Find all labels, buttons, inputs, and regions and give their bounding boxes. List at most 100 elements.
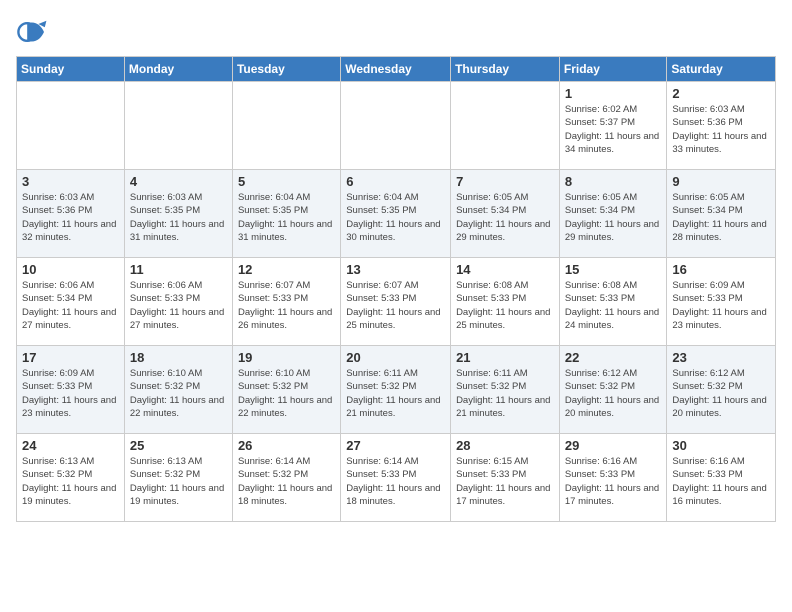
day-number: 29 [565, 438, 662, 453]
calendar-cell: 24 Sunrise: 6:13 AM Sunset: 5:32 PM Dayli… [17, 434, 125, 522]
day-info: Sunrise: 6:10 AM Sunset: 5:32 PM Dayligh… [238, 367, 335, 420]
calendar-cell [341, 82, 451, 170]
calendar-cell: 25 Sunrise: 6:13 AM Sunset: 5:32 PM Dayli… [124, 434, 232, 522]
day-info: Sunrise: 6:02 AM Sunset: 5:37 PM Dayligh… [565, 103, 662, 156]
calendar-cell: 22 Sunrise: 6:12 AM Sunset: 5:32 PM Dayli… [559, 346, 667, 434]
day-number: 6 [346, 174, 445, 189]
header-wednesday: Wednesday [341, 57, 451, 82]
week-row-3: 17 Sunrise: 6:09 AM Sunset: 5:33 PM Dayli… [17, 346, 776, 434]
day-info: Sunrise: 6:03 AM Sunset: 5:36 PM Dayligh… [22, 191, 119, 244]
calendar-cell: 3 Sunrise: 6:03 AM Sunset: 5:36 PM Daylig… [17, 170, 125, 258]
day-number: 15 [565, 262, 662, 277]
day-info: Sunrise: 6:11 AM Sunset: 5:32 PM Dayligh… [346, 367, 445, 420]
calendar-cell: 4 Sunrise: 6:03 AM Sunset: 5:35 PM Daylig… [124, 170, 232, 258]
day-number: 10 [22, 262, 119, 277]
day-number: 2 [672, 86, 770, 101]
calendar-cell: 7Sunrise: 6:05 AM Sunset: 5:34 PM Daylig… [451, 170, 560, 258]
day-info: Sunrise: 6:08 AM Sunset: 5:33 PM Dayligh… [565, 279, 662, 332]
logo-icon [16, 16, 48, 48]
day-number: 14 [456, 262, 554, 277]
calendar-cell [124, 82, 232, 170]
day-number: 8 [565, 174, 662, 189]
day-info: Sunrise: 6:04 AM Sunset: 5:35 PM Dayligh… [238, 191, 335, 244]
day-info: Sunrise: 6:16 AM Sunset: 5:33 PM Dayligh… [672, 455, 770, 508]
calendar-cell: 23 Sunrise: 6:12 AM Sunset: 5:32 PM Dayli… [667, 346, 776, 434]
calendar-cell [232, 82, 340, 170]
day-info: Sunrise: 6:13 AM Sunset: 5:32 PM Dayligh… [22, 455, 119, 508]
page-header [16, 16, 776, 48]
calendar-cell: 5 Sunrise: 6:04 AM Sunset: 5:35 PM Daylig… [232, 170, 340, 258]
day-number: 22 [565, 350, 662, 365]
day-number: 23 [672, 350, 770, 365]
day-number: 9 [672, 174, 770, 189]
header-monday: Monday [124, 57, 232, 82]
header-tuesday: Tuesday [232, 57, 340, 82]
day-info: Sunrise: 6:12 AM Sunset: 5:32 PM Dayligh… [565, 367, 662, 420]
day-info: Sunrise: 6:12 AM Sunset: 5:32 PM Dayligh… [672, 367, 770, 420]
calendar-cell: 20 Sunrise: 6:11 AM Sunset: 5:32 PM Dayli… [341, 346, 451, 434]
day-info: Sunrise: 6:15 AM Sunset: 5:33 PM Dayligh… [456, 455, 554, 508]
day-info: Sunrise: 6:14 AM Sunset: 5:32 PM Dayligh… [238, 455, 335, 508]
header-friday: Friday [559, 57, 667, 82]
calendar-cell: 17 Sunrise: 6:09 AM Sunset: 5:33 PM Dayli… [17, 346, 125, 434]
calendar-cell: 14 Sunrise: 6:08 AM Sunset: 5:33 PM Dayli… [451, 258, 560, 346]
calendar-cell: 2Sunrise: 6:03 AM Sunset: 5:36 PM Daylig… [667, 82, 776, 170]
day-info: Sunrise: 6:05 AM Sunset: 5:34 PM Dayligh… [565, 191, 662, 244]
day-number: 16 [672, 262, 770, 277]
day-number: 13 [346, 262, 445, 277]
week-row-4: 24 Sunrise: 6:13 AM Sunset: 5:32 PM Dayli… [17, 434, 776, 522]
header-row: SundayMondayTuesdayWednesdayThursdayFrid… [17, 57, 776, 82]
day-number: 24 [22, 438, 119, 453]
day-info: Sunrise: 6:09 AM Sunset: 5:33 PM Dayligh… [22, 367, 119, 420]
day-info: Sunrise: 6:08 AM Sunset: 5:33 PM Dayligh… [456, 279, 554, 332]
day-info: Sunrise: 6:07 AM Sunset: 5:33 PM Dayligh… [238, 279, 335, 332]
day-number: 30 [672, 438, 770, 453]
calendar-cell: 19 Sunrise: 6:10 AM Sunset: 5:32 PM Dayli… [232, 346, 340, 434]
day-number: 11 [130, 262, 227, 277]
calendar-cell: 8 Sunrise: 6:05 AM Sunset: 5:34 PM Daylig… [559, 170, 667, 258]
day-number: 19 [238, 350, 335, 365]
day-info: Sunrise: 6:14 AM Sunset: 5:33 PM Dayligh… [346, 455, 445, 508]
day-info: Sunrise: 6:07 AM Sunset: 5:33 PM Dayligh… [346, 279, 445, 332]
calendar-body: 1 Sunrise: 6:02 AM Sunset: 5:37 PM Daylig… [17, 82, 776, 522]
day-number: 20 [346, 350, 445, 365]
calendar-cell [451, 82, 560, 170]
calendar-cell: 30 Sunrise: 6:16 AM Sunset: 5:33 PM Dayli… [667, 434, 776, 522]
header-sunday: Sunday [17, 57, 125, 82]
week-row-2: 10 Sunrise: 6:06 AM Sunset: 5:34 PM Dayli… [17, 258, 776, 346]
day-info: Sunrise: 6:11 AM Sunset: 5:32 PM Dayligh… [456, 367, 554, 420]
day-number: 25 [130, 438, 227, 453]
day-info: Sunrise: 6:05 AM Sunset: 5:34 PM Dayligh… [672, 191, 770, 244]
week-row-1: 3 Sunrise: 6:03 AM Sunset: 5:36 PM Daylig… [17, 170, 776, 258]
day-number: 18 [130, 350, 227, 365]
calendar-cell: 9 Sunrise: 6:05 AM Sunset: 5:34 PM Daylig… [667, 170, 776, 258]
day-info: Sunrise: 6:13 AM Sunset: 5:32 PM Dayligh… [130, 455, 227, 508]
day-number: 27 [346, 438, 445, 453]
day-number: 5 [238, 174, 335, 189]
week-row-0: 1 Sunrise: 6:02 AM Sunset: 5:37 PM Daylig… [17, 82, 776, 170]
day-number: 1 [565, 86, 662, 101]
calendar-cell: 15 Sunrise: 6:08 AM Sunset: 5:33 PM Dayli… [559, 258, 667, 346]
logo [16, 16, 52, 48]
day-number: 3 [22, 174, 119, 189]
calendar-cell: 1 Sunrise: 6:02 AM Sunset: 5:37 PM Daylig… [559, 82, 667, 170]
calendar-cell: 13 Sunrise: 6:07 AM Sunset: 5:33 PM Dayli… [341, 258, 451, 346]
calendar-cell: 26 Sunrise: 6:14 AM Sunset: 5:32 PM Dayli… [232, 434, 340, 522]
calendar-header: SundayMondayTuesdayWednesdayThursdayFrid… [17, 57, 776, 82]
calendar-cell: 21 Sunrise: 6:11 AM Sunset: 5:32 PM Dayli… [451, 346, 560, 434]
day-info: Sunrise: 6:05 AM Sunset: 5:34 PM Dayligh… [456, 191, 554, 244]
day-info: Sunrise: 6:16 AM Sunset: 5:33 PM Dayligh… [565, 455, 662, 508]
calendar-cell [17, 82, 125, 170]
day-info: Sunrise: 6:04 AM Sunset: 5:35 PM Dayligh… [346, 191, 445, 244]
day-number: 21 [456, 350, 554, 365]
day-info: Sunrise: 6:03 AM Sunset: 5:35 PM Dayligh… [130, 191, 227, 244]
calendar-cell: 12Sunrise: 6:07 AM Sunset: 5:33 PM Dayli… [232, 258, 340, 346]
calendar-cell: 11Sunrise: 6:06 AM Sunset: 5:33 PM Dayli… [124, 258, 232, 346]
calendar-cell: 28Sunrise: 6:15 AM Sunset: 5:33 PM Dayli… [451, 434, 560, 522]
calendar-cell: 29 Sunrise: 6:16 AM Sunset: 5:33 PM Dayli… [559, 434, 667, 522]
day-number: 26 [238, 438, 335, 453]
day-info: Sunrise: 6:06 AM Sunset: 5:34 PM Dayligh… [22, 279, 119, 332]
day-number: 17 [22, 350, 119, 365]
day-number: 4 [130, 174, 227, 189]
calendar-cell: 6 Sunrise: 6:04 AM Sunset: 5:35 PM Daylig… [341, 170, 451, 258]
